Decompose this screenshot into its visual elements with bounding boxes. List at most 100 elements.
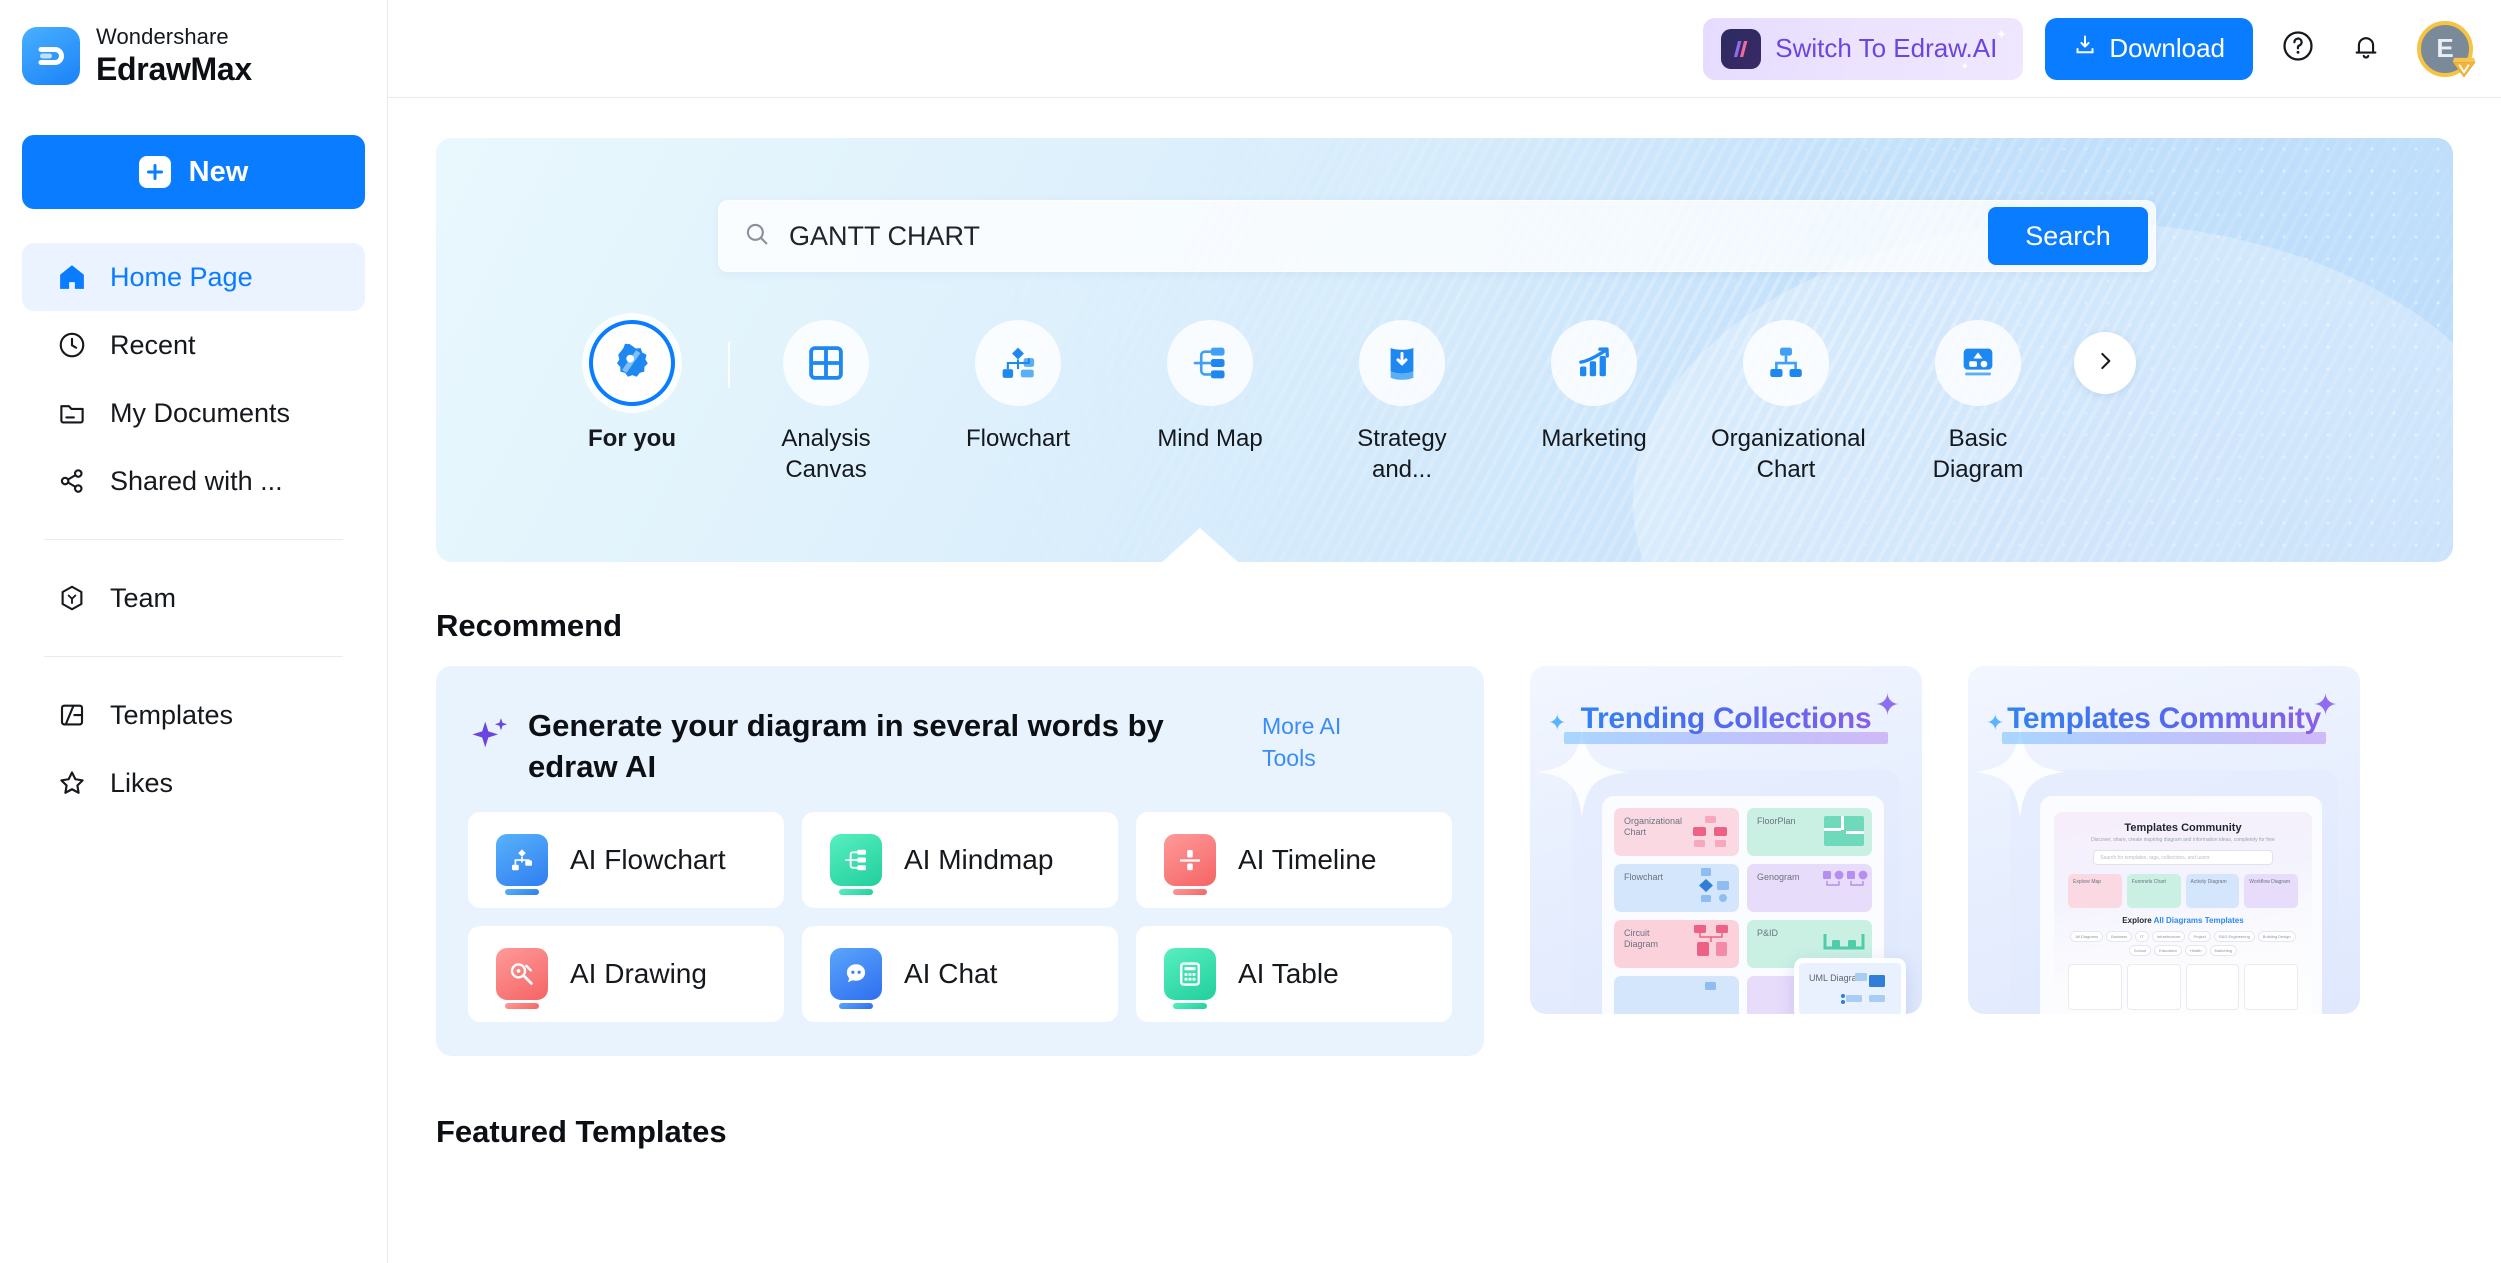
tc-chip: Marketing xyxy=(2209,945,2238,956)
content-scroll: Search For you xyxy=(388,138,2501,1263)
tc-template-grid xyxy=(2068,964,2298,1014)
notifications-button[interactable] xyxy=(2343,26,2389,72)
tc-heading: Templates Community xyxy=(2124,822,2242,834)
sidebar-divider-2 xyxy=(44,656,343,657)
sidebar-item-home-page[interactable]: Home Page xyxy=(22,243,365,311)
sparkle-icon: ✦ xyxy=(1986,710,2005,735)
tc-template-thumb xyxy=(2244,964,2298,1010)
topbar: Switch To Edraw.AI ✦ ✦ Download E xyxy=(388,0,2501,98)
sidebar-item-likes[interactable]: Likes xyxy=(22,749,365,817)
switch-to-edraw-ai-button[interactable]: Switch To Edraw.AI ✦ ✦ xyxy=(1703,17,2024,80)
category-label: Flowchart xyxy=(965,425,1071,452)
sparkle-icon: ✦ xyxy=(2312,689,2338,722)
ai-generate-card: Generate your diagram in several words b… xyxy=(436,666,1484,1056)
sparkle-icon: ✦ xyxy=(1874,689,1900,722)
search-button[interactable]: Search xyxy=(1988,207,2148,265)
category-basic-diagram[interactable]: Basic Diagram xyxy=(1882,320,2074,485)
tc-category: Funnnels Chart xyxy=(2126,874,2181,908)
ai-tool-ai-chat[interactable]: AI Chat xyxy=(802,925,1118,1022)
more-ai-tools-link[interactable]: More AI Tools xyxy=(1262,706,1372,774)
help-button[interactable] xyxy=(2275,26,2321,72)
sidebar-item-my-documents[interactable]: My Documents xyxy=(22,379,365,447)
sidebar-item-label: Templates xyxy=(110,699,234,730)
vip-diamond-icon xyxy=(2452,57,2476,77)
ai-tool-label: AI Timeline xyxy=(1238,843,1377,875)
brand-logo: Wondershare EdrawMax xyxy=(0,0,387,85)
download-label: Download xyxy=(2109,33,2225,63)
sidebar: Wondershare EdrawMax New Home Page Recen… xyxy=(0,0,388,1263)
sidebar-nav: Home Page Recent My Documents Shared wit… xyxy=(0,243,387,817)
category-mind-map[interactable]: Mind Map xyxy=(1114,320,1306,455)
sidebar-item-templates[interactable]: Templates xyxy=(22,681,365,749)
home-icon xyxy=(56,261,88,293)
flowchart-icon xyxy=(975,320,1061,406)
promo-card-templates-community[interactable]: Templates Community ✦ ✦ Templates Commun… xyxy=(1968,666,2360,1014)
tc-subheading: Discover, share, create inspiring diagra… xyxy=(2091,837,2275,843)
trending-tile-label: Organizational Chart xyxy=(1624,816,1683,838)
sidebar-item-label: Home Page xyxy=(110,261,253,292)
category-marketing[interactable]: Marketing xyxy=(1498,320,1690,455)
tc-chip: R&D Engineering xyxy=(2213,931,2255,942)
hero-banner: Search For you xyxy=(436,138,2453,562)
recommend-heading: Recommend xyxy=(436,608,623,643)
sidebar-item-shared-with[interactable]: Shared with ... xyxy=(22,447,365,515)
ai-tool-ai-mindmap[interactable]: AI Mindmap xyxy=(802,811,1118,908)
search-input[interactable] xyxy=(771,220,1988,252)
trending-tile: Circuit Diagram xyxy=(1614,920,1739,968)
recommend-row: Generate your diagram in several words b… xyxy=(388,644,2501,1056)
avatar[interactable]: E xyxy=(2417,20,2476,77)
category-label: Organizational Chart xyxy=(1711,425,1866,483)
trending-tile-label: FloorPlan xyxy=(1757,816,1796,826)
category-label: Strategy and... xyxy=(1357,425,1447,483)
category-label: For you xyxy=(588,425,676,452)
category-analysis-canvas[interactable]: Analysis Canvas xyxy=(730,320,922,485)
star-icon xyxy=(56,767,88,799)
category-for-you[interactable]: For you xyxy=(536,320,728,455)
download-button[interactable]: Download xyxy=(2045,17,2253,80)
trending-tile-label: Flowchart xyxy=(1624,872,1664,882)
category-flowchart[interactable]: Flowchart xyxy=(922,320,1114,455)
tc-explore-prefix: Explore xyxy=(2122,916,2154,925)
category-label: Basic Diagram xyxy=(1932,425,2024,483)
trending-tile: FloorPlan xyxy=(1747,808,1872,856)
sidebar-item-recent[interactable]: Recent xyxy=(22,311,365,379)
sidebar-item-label: Shared with ... xyxy=(110,465,283,496)
strategy-icon xyxy=(1359,320,1445,406)
edraw-ai-badge-icon xyxy=(1721,28,1762,69)
category-organizational-chart[interactable]: Organizational Chart xyxy=(1690,320,1882,485)
ai-tool-ai-timeline[interactable]: AI Timeline xyxy=(1136,811,1452,908)
hexagon-team-icon xyxy=(56,582,88,614)
category-label: Analysis Canvas xyxy=(781,425,871,483)
new-button[interactable]: New xyxy=(22,135,365,209)
tc-chip: Building Design xyxy=(2257,931,2296,942)
ai-card-header: Generate your diagram in several words b… xyxy=(468,692,1452,812)
analysis-canvas-icon xyxy=(783,320,869,406)
ai-tool-ai-flowchart[interactable]: AI Flowchart xyxy=(468,811,784,908)
sparkle-icon xyxy=(468,706,514,763)
category-strategy-and[interactable]: Strategy and... xyxy=(1306,320,1498,485)
category-label: Marketing xyxy=(1541,425,1647,452)
featured-templates-heading: Featured Templates xyxy=(436,1113,727,1149)
promo-card-trending-collections[interactable]: Trending Collections ✦ ✦ Organizational … xyxy=(1530,666,1922,1014)
tc-category: Activity Diagram xyxy=(2185,874,2240,908)
tc-category-row: Explore Map Funnnels Chart Activity Diag… xyxy=(2068,874,2298,908)
ai-mindmap-icon xyxy=(830,833,882,895)
mind-map-icon xyxy=(1167,320,1253,406)
genogram-thumb-icon xyxy=(1823,870,1868,886)
ai-tool-label: AI Mindmap xyxy=(904,843,1054,875)
ai-tool-ai-drawing[interactable]: AI Drawing xyxy=(468,925,784,1022)
search-icon xyxy=(743,220,771,253)
org-chart-icon xyxy=(1743,320,1829,406)
ai-drawing-icon xyxy=(496,947,548,1009)
category-next-button[interactable] xyxy=(2074,332,2136,394)
basic-diagram-icon xyxy=(1935,320,2021,406)
trending-tile xyxy=(1614,976,1739,1014)
tc-category: Workflow Diagram xyxy=(2244,874,2298,908)
promo-title: Templates Community xyxy=(1968,702,2360,736)
sidebar-item-team[interactable]: Team xyxy=(22,564,365,632)
promo-title: Trending Collections xyxy=(1530,702,1922,736)
ai-tool-ai-table[interactable]: AI Table xyxy=(1136,925,1452,1022)
tc-chip-row: All Diagrams Business IT Infrastructure … xyxy=(2068,931,2298,956)
sidebar-item-label: Team xyxy=(110,582,177,613)
app-root: Wondershare EdrawMax New Home Page Recen… xyxy=(0,0,2501,1263)
